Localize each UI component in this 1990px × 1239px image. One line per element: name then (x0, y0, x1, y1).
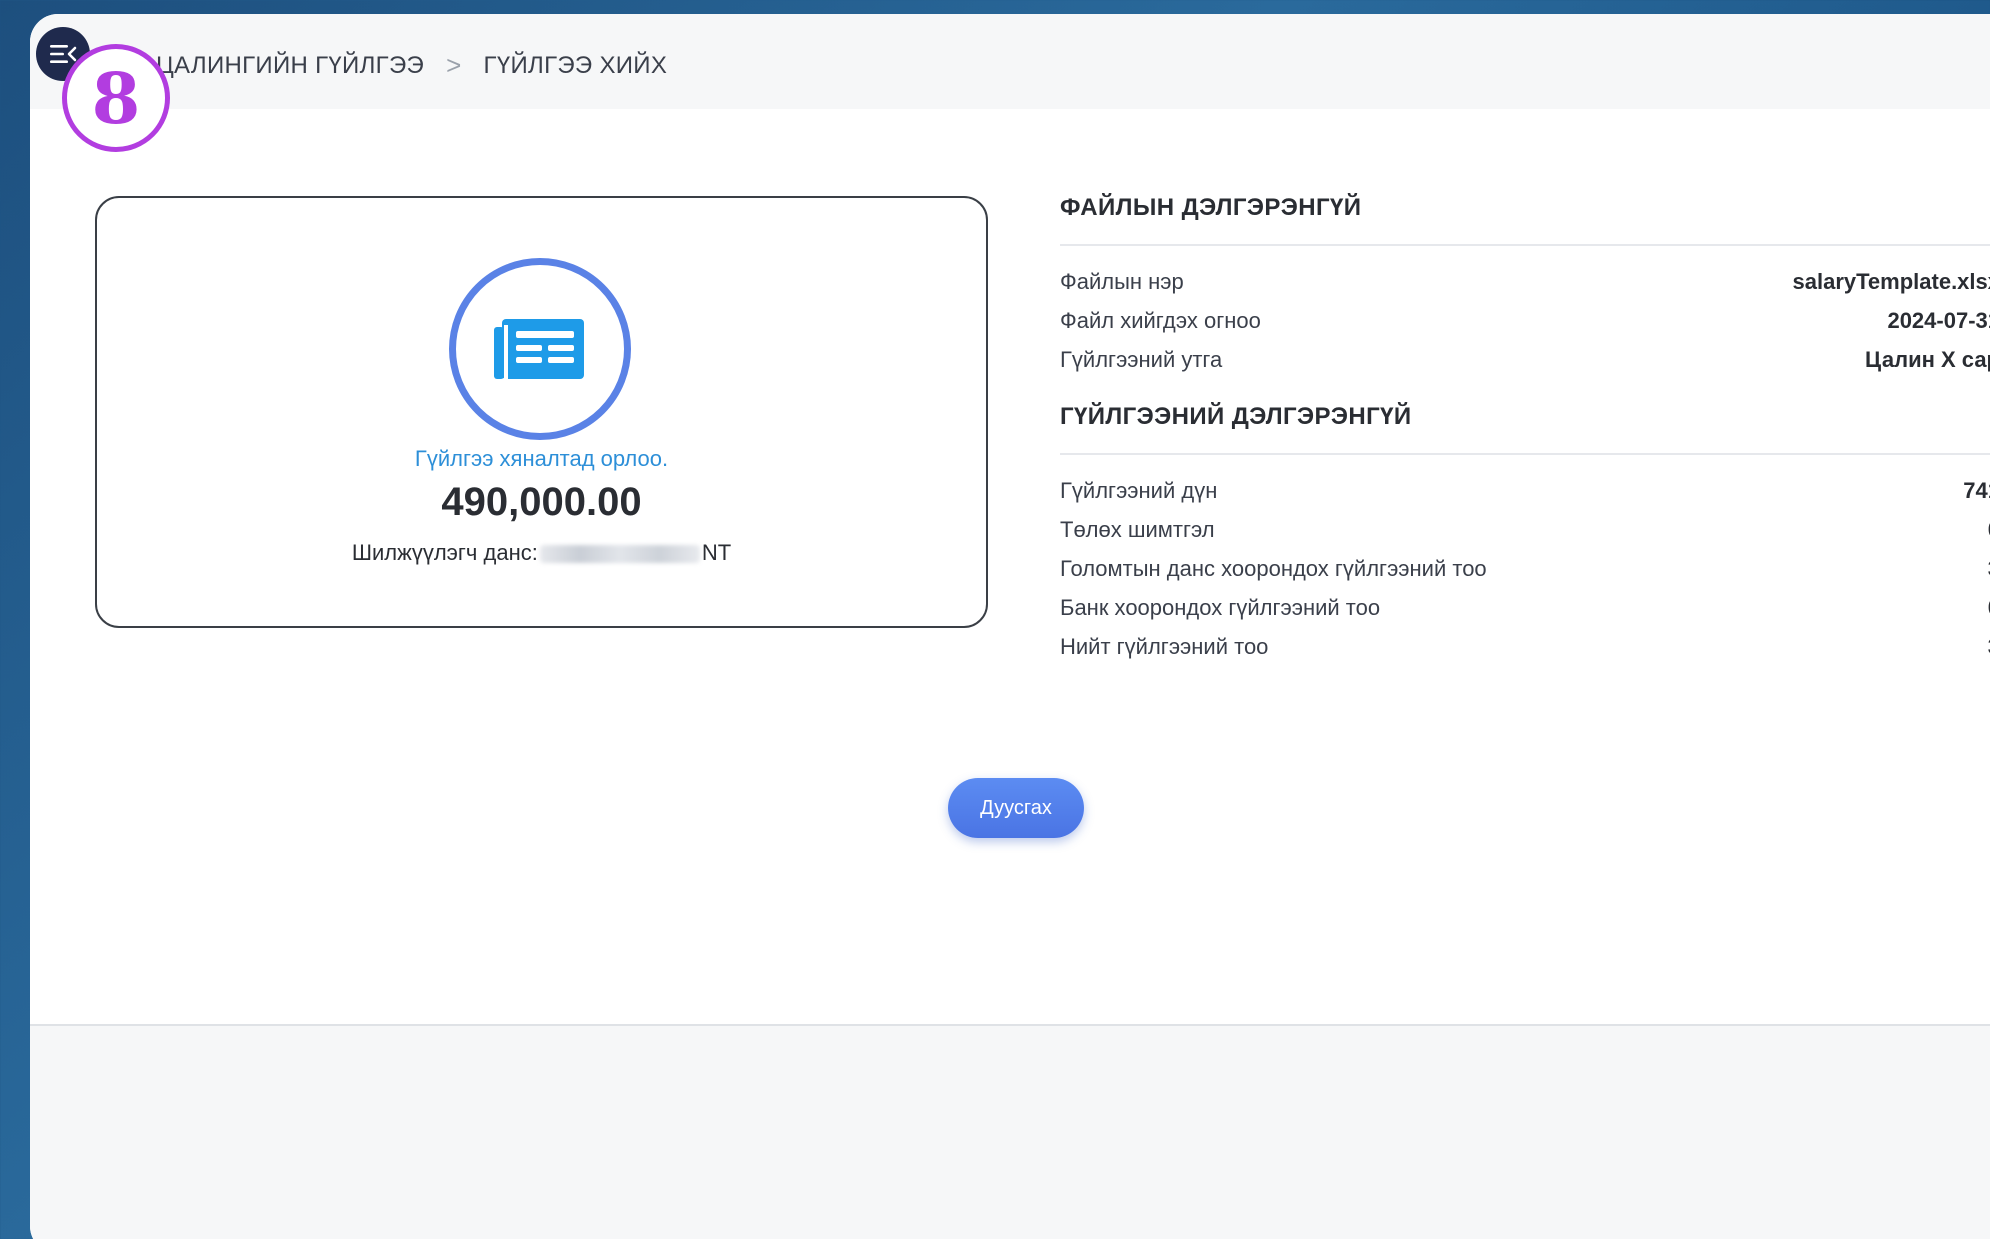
transaction-details-title: ГҮЙЛГЭЭНИЙ ДЭЛГЭРЭНГҮЙ (1060, 403, 1990, 455)
detail-row-fee: Төлөх шимтгэл 0 (1060, 510, 1990, 549)
sender-account: Шилжүүлэгч данс: NT (97, 540, 986, 566)
detail-value: 2024-07-31 (1887, 307, 1990, 333)
detail-label: Нийт гүйлгээний тоо (1060, 633, 1269, 659)
detail-label: Файл хийгдэх огноо (1060, 307, 1261, 333)
detail-row-amount: Гүйлгээний дүн 741 (1060, 471, 1990, 510)
finish-button[interactable]: Дуусгах (948, 778, 1084, 838)
footer-area (30, 1024, 1990, 1239)
detail-value: Цалин X сар (1865, 346, 1990, 372)
menu-collapse-icon (50, 45, 77, 63)
detail-row-interbank-count: Банк хоорондох гүйлгээний тоо 0 (1060, 588, 1990, 627)
document-list-icon (494, 319, 584, 379)
detail-label: Файлын нэр (1060, 268, 1184, 294)
detail-value: 741 (1963, 477, 1990, 503)
sender-account-label: Шилжүүлэгч данс: (351, 540, 538, 565)
transaction-status-card: Гүйлгээ хяналтад орлоо. 490,000.00 Шилжү… (95, 196, 988, 628)
step-number-badge: 8 (62, 44, 170, 152)
detail-label: Гүйлгээний утга (1060, 346, 1223, 372)
app-window: ЦАЛИНГИЙН ГҮЙЛГЭЭ > ГҮЙЛГЭЭ ХИЙХ 8 Гүйлг… (30, 14, 1990, 1239)
detail-value: salaryTemplate.xlsx (1792, 268, 1990, 294)
breadcrumb: ЦАЛИНГИЙН ГҮЙЛГЭЭ > ГҮЙЛГЭЭ ХИЙХ (156, 50, 667, 81)
file-details-title: ФАЙЛЫН ДЭЛГЭРЭНГҮЙ (1060, 194, 1990, 246)
transaction-amount: 490,000.00 (441, 480, 642, 524)
breadcrumb-item-make-transfer: ГҮЙЛГЭЭ ХИЙХ (483, 51, 668, 79)
detail-label: Банк хоорондох гүйлгээний тоо (1060, 594, 1381, 620)
sender-account-suffix: NT (701, 540, 732, 565)
detail-row-intrabank-count: Голомтын данс хоорондох гүйлгээний тоо 3 (1060, 549, 1990, 588)
breadcrumb-item-salary-transfer[interactable]: ЦАЛИНГИЙН ГҮЙЛГЭЭ (156, 52, 424, 80)
status-message: Гүйлгээ хяналтад орлоо. (414, 446, 669, 471)
top-bar: ЦАЛИНГИЙН ГҮЙЛГЭЭ > ГҮЙЛГЭЭ ХИЙХ (30, 14, 1990, 109)
detail-label: Голомтын данс хоорондох гүйлгээний тоо (1060, 555, 1487, 581)
detail-row-total-count: Нийт гүйлгээний тоо 3 (1060, 627, 1990, 666)
breadcrumb-separator: > (446, 50, 462, 80)
detail-row-description: Гүйлгээний утга Цалин X сар (1060, 340, 1990, 379)
detail-label: Төлөх шимтгэл (1060, 516, 1215, 542)
detail-row-file-name: Файлын нэр salaryTemplate.xlsx (1060, 262, 1990, 301)
status-icon-circle (449, 258, 631, 440)
sender-account-number-masked (539, 545, 700, 564)
detail-label: Гүйлгээний дүн (1060, 477, 1218, 503)
details-panel: ФАЙЛЫН ДЭЛГЭРЭНГҮЙ Файлын нэр salaryTemp… (1060, 194, 1990, 666)
detail-row-file-date: Файл хийгдэх огноо 2024-07-31 (1060, 301, 1990, 340)
